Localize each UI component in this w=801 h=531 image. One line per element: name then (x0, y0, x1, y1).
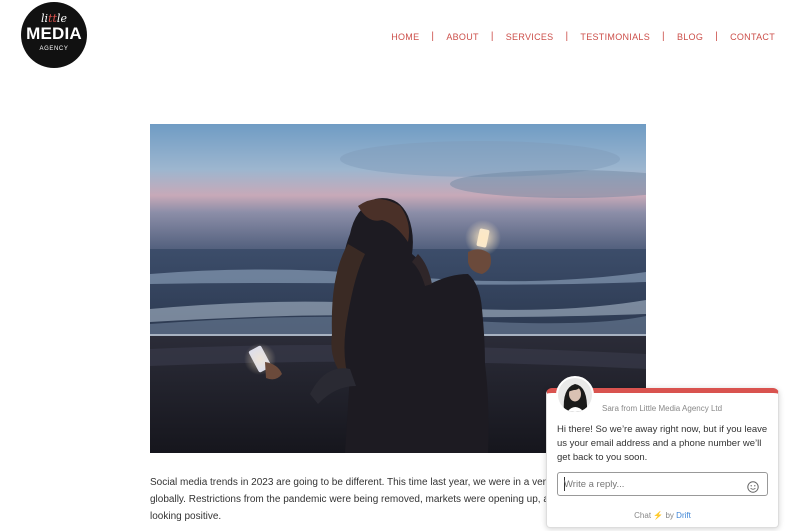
nav-home[interactable]: HOME (391, 32, 419, 42)
nav-separator: | (490, 31, 494, 42)
drift-link[interactable]: Drift (676, 511, 691, 520)
nav-about[interactable]: ABOUT (446, 32, 479, 42)
nav-separator: | (565, 31, 569, 42)
nav-contact[interactable]: CONTACT (730, 32, 775, 42)
article-line: Social media trends in 2023 are going to… (150, 477, 562, 488)
logo-line-3: AGENCY (39, 46, 69, 52)
chat-footer: Chat ⚡ by Drift (547, 511, 778, 520)
article-line: globally. Restrictions from the pandemic… (150, 494, 561, 505)
chat-agent-name: Sara from Little Media Agency Ltd (602, 404, 723, 413)
article-line: looking positive. (150, 511, 222, 522)
nav-services[interactable]: SERVICES (506, 32, 554, 42)
nav-testimonials[interactable]: TESTIMONIALS (580, 32, 650, 42)
article-body: Social media trends in 2023 are going to… (150, 474, 570, 525)
logo[interactable]: little MEDIA AGENCY (21, 2, 87, 68)
nav-separator: | (431, 31, 435, 42)
agent-avatar (556, 376, 594, 414)
chat-footer-by: by (665, 511, 674, 520)
page: little MEDIA AGENCY HOME | ABOUT | SERVI… (0, 0, 801, 531)
chat-footer-label: Chat (634, 511, 652, 520)
chat-reply-box[interactable] (557, 472, 768, 496)
chat-widget: Sara from Little Media Agency Ltd Hi the… (546, 376, 779, 528)
lightning-icon: ⚡ (653, 511, 664, 520)
emoji-icon[interactable] (747, 478, 759, 493)
nav-separator: | (715, 31, 719, 42)
main-nav: HOME | ABOUT | SERVICES | TESTIMONIALS |… (391, 31, 775, 42)
chat-reply-input[interactable] (564, 476, 739, 492)
nav-blog[interactable]: BLOG (677, 32, 703, 42)
logo-line-2: MEDIA (26, 24, 82, 43)
chat-message: Hi there! So we’re away right now, but i… (557, 424, 768, 463)
nav-separator: | (662, 31, 665, 42)
